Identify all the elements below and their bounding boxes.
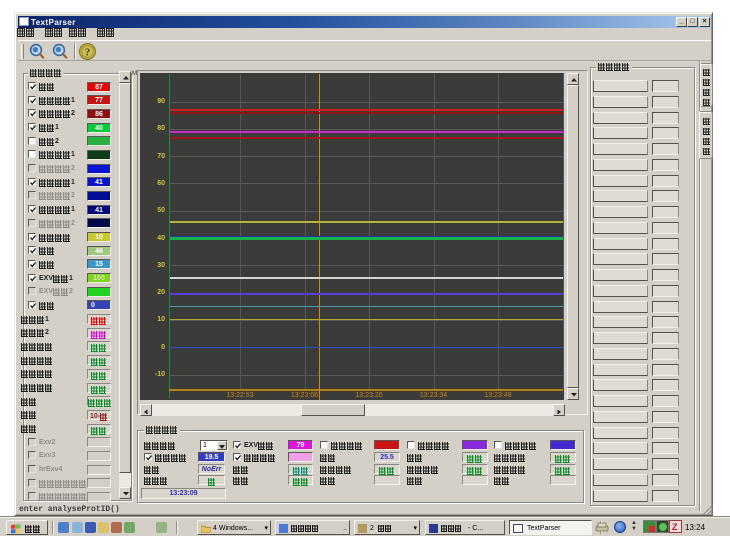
svg-text:?: ? — [85, 47, 91, 59]
